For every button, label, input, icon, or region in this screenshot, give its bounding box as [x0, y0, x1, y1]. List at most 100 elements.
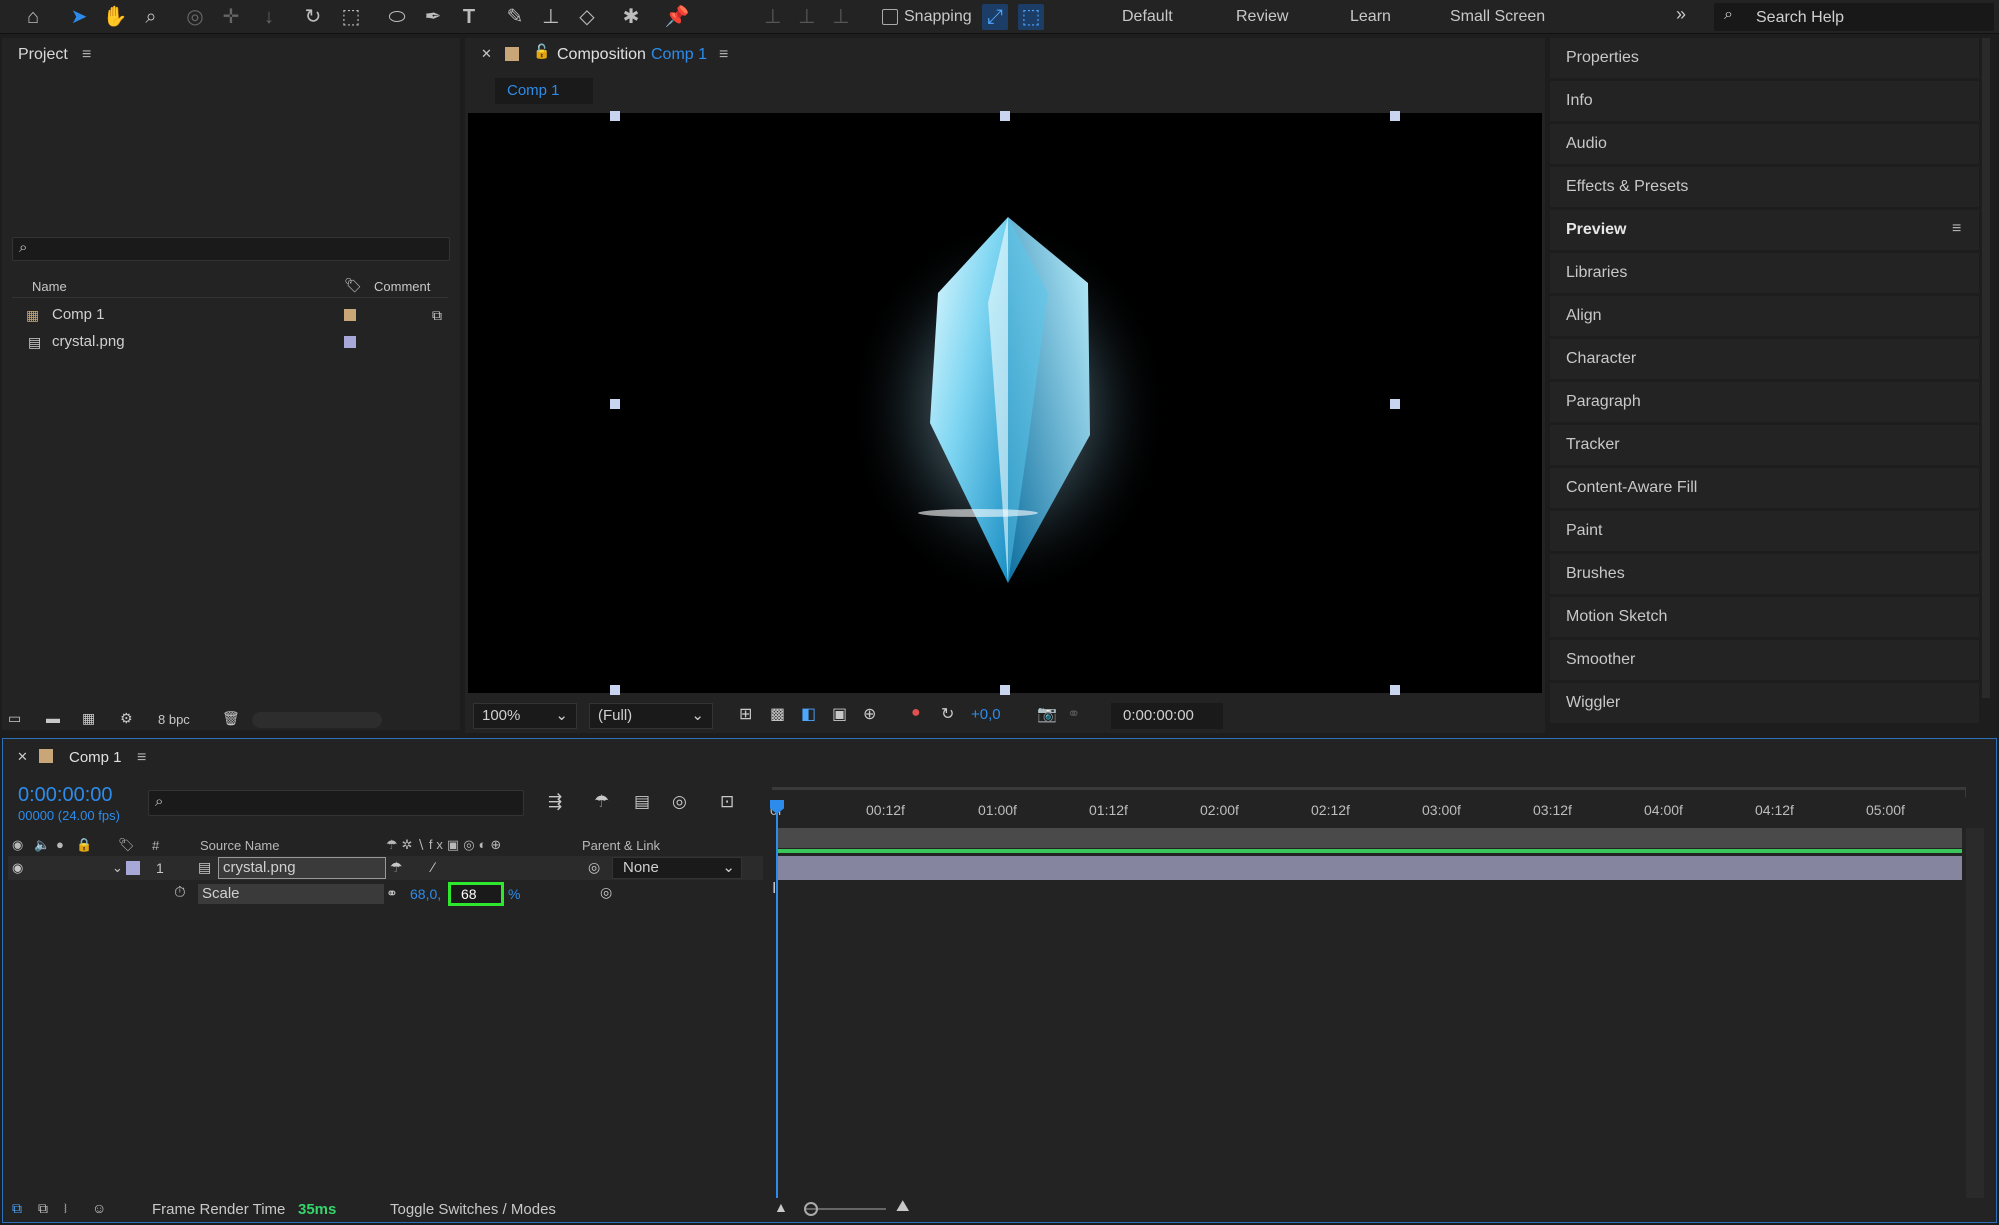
- orbit-camera-icon[interactable]: ◎: [182, 4, 208, 30]
- panel-preview[interactable]: Preview: [1550, 210, 1979, 250]
- reset-exposure-icon[interactable]: ↻: [941, 704, 954, 724]
- panel-motion-sketch[interactable]: Motion Sketch: [1550, 597, 1979, 637]
- layer-number-header[interactable]: #: [152, 838, 159, 853]
- video-eye-icon[interactable]: ◉: [12, 837, 23, 853]
- transform-handle[interactable]: [1390, 111, 1400, 121]
- exposure-value[interactable]: +0,0: [971, 706, 1001, 723]
- scale-y-input[interactable]: 68: [448, 882, 504, 906]
- transform-handle[interactable]: [1390, 399, 1400, 409]
- panel-smoother[interactable]: Smoother: [1550, 640, 1979, 680]
- render-time-icon[interactable]: ☺: [92, 1200, 106, 1216]
- name-column-header[interactable]: Name: [32, 279, 67, 294]
- workspace-review[interactable]: Review: [1236, 8, 1288, 26]
- roto-brush-icon[interactable]: ✱: [618, 4, 644, 30]
- current-time-field[interactable]: 0:00:00:00: [1111, 703, 1223, 729]
- audio-icon[interactable]: 🔈: [34, 837, 50, 853]
- selection-tool-icon[interactable]: ➤: [66, 4, 92, 30]
- right-panel-scrollbar[interactable]: [1982, 38, 1990, 698]
- rotation-tool-icon[interactable]: ↻: [300, 4, 326, 30]
- parent-dropdown[interactable]: None ⌄: [612, 857, 742, 879]
- transparency-grid-icon[interactable]: ▩: [770, 704, 785, 724]
- new-folder-icon[interactable]: ▬: [46, 710, 60, 726]
- puppet-pin-icon[interactable]: 📌: [664, 4, 690, 30]
- panel-tracker[interactable]: Tracker: [1550, 425, 1979, 465]
- panel-info[interactable]: Info: [1550, 81, 1979, 121]
- project-settings-icon[interactable]: ⚙: [120, 710, 133, 727]
- panel-audio[interactable]: Audio: [1550, 124, 1979, 164]
- more-workspaces-icon[interactable]: »: [1676, 4, 1686, 25]
- constrain-proportions-icon[interactable]: ⚭: [386, 885, 398, 902]
- zoom-slider-thumb[interactable]: [804, 1202, 818, 1216]
- pickwhip-icon[interactable]: ◎: [600, 884, 612, 901]
- label-icon[interactable]: 🏷: [118, 837, 135, 853]
- flowchart-icon[interactable]: ⧉: [432, 302, 442, 328]
- search-help-field[interactable]: ⌕ Search Help: [1714, 3, 1994, 31]
- transform-handle[interactable]: [610, 399, 620, 409]
- playhead[interactable]: [776, 800, 778, 1198]
- in-out-icon[interactable]: ⧘: [64, 1200, 67, 1217]
- transform-handle[interactable]: [1000, 685, 1010, 695]
- transfer-controls-icon[interactable]: ⧉: [38, 1200, 48, 1217]
- zoom-in-icon[interactable]: ⛰: [896, 1198, 909, 1216]
- stopwatch-icon[interactable]: ⏱: [174, 884, 186, 901]
- zoom-tool-icon[interactable]: ⌕: [138, 4, 164, 30]
- panel-paint[interactable]: Paint: [1550, 511, 1979, 551]
- snapping-checkbox[interactable]: [882, 9, 898, 25]
- panel-libraries[interactable]: Libraries: [1550, 253, 1979, 293]
- panel-effects-presets[interactable]: Effects & Presets: [1550, 167, 1979, 207]
- mask-visibility-icon[interactable]: ◧: [801, 704, 816, 724]
- grid-guides-icon[interactable]: ⊕: [863, 704, 876, 724]
- trash-icon[interactable]: 🗑: [222, 710, 240, 727]
- local-axis-icon[interactable]: ⊥: [760, 4, 786, 30]
- type-tool-icon[interactable]: T: [456, 4, 482, 30]
- transform-handle[interactable]: [1000, 111, 1010, 121]
- ellipse-tool-icon[interactable]: ⬭: [384, 4, 410, 30]
- label-swatch[interactable]: [344, 309, 356, 321]
- graph-editor-icon[interactable]: ⊡: [720, 792, 734, 812]
- panel-content-aware-fill[interactable]: Content-Aware Fill: [1550, 468, 1979, 508]
- switches-icons[interactable]: ☂✲∖fx▣◎◐⊕: [386, 837, 505, 853]
- panel-brushes[interactable]: Brushes: [1550, 554, 1979, 594]
- layer-switches-icon[interactable]: ⧉: [12, 1200, 22, 1217]
- toggle-switches-modes[interactable]: Toggle Switches / Modes: [390, 1201, 556, 1218]
- show-snapshot-icon[interactable]: ⚭: [1067, 704, 1080, 724]
- zoom-slider-track[interactable]: [806, 1208, 886, 1210]
- layer-name[interactable]: crystal.png: [218, 857, 386, 879]
- timeline-timecode[interactable]: 0:00:00:00: [18, 784, 113, 807]
- composition-viewer[interactable]: [468, 111, 1542, 695]
- panel-paragraph[interactable]: Paragraph: [1550, 382, 1979, 422]
- transform-handle[interactable]: [610, 685, 620, 695]
- lock-icon[interactable]: 🔒: [76, 837, 92, 853]
- timeline-tab-label[interactable]: Comp 1: [69, 749, 122, 766]
- pan-camera-icon[interactable]: ✛: [218, 4, 244, 30]
- workspace-small-screen[interactable]: Small Screen: [1450, 8, 1545, 26]
- world-axis-icon[interactable]: ⊥: [794, 4, 820, 30]
- clone-stamp-icon[interactable]: ⊥: [538, 4, 564, 30]
- close-icon[interactable]: ✕: [481, 46, 492, 62]
- project-search-input[interactable]: ⌕: [12, 237, 450, 261]
- view-axis-icon[interactable]: ⊥: [828, 4, 854, 30]
- workspace-default[interactable]: Default: [1122, 8, 1173, 26]
- transform-handle[interactable]: [610, 111, 620, 121]
- panel-wiggler[interactable]: Wiggler: [1550, 683, 1979, 723]
- composition-flowchart-icon[interactable]: ⇶: [548, 792, 562, 812]
- preview-menu-icon[interactable]: ≡: [1952, 220, 1961, 238]
- motion-blur-icon[interactable]: ◎: [672, 792, 687, 812]
- transform-handle[interactable]: [1390, 685, 1400, 695]
- timeline-menu-icon[interactable]: ≡: [137, 749, 146, 767]
- layer-duration-bar[interactable]: [776, 856, 1962, 880]
- chevron-down-icon[interactable]: ⌄: [112, 860, 123, 876]
- quality-switch-icon[interactable]: ∕: [432, 859, 434, 875]
- layer-row[interactable]: ◉ ⌄ 1 ▤ crystal.png ☂ ∕ ◎ None ⌄: [8, 856, 763, 880]
- tab-comp[interactable]: Comp 1: [495, 78, 593, 104]
- thumbnail-slider[interactable]: [252, 712, 382, 728]
- timeline-search-input[interactable]: ⌕: [148, 790, 524, 816]
- parent-link-header[interactable]: Parent & Link: [582, 838, 660, 853]
- fast-previews-icon[interactable]: ⊞: [739, 704, 752, 724]
- workspace-learn[interactable]: Learn: [1350, 8, 1391, 26]
- timeline-scrollbar[interactable]: [1966, 828, 1984, 1198]
- bpc-label[interactable]: 8 bpc: [158, 712, 190, 727]
- layer-label-swatch[interactable]: [126, 861, 140, 875]
- video-eye-icon[interactable]: ◉: [12, 860, 23, 876]
- comp-menu-icon[interactable]: ≡: [719, 46, 728, 64]
